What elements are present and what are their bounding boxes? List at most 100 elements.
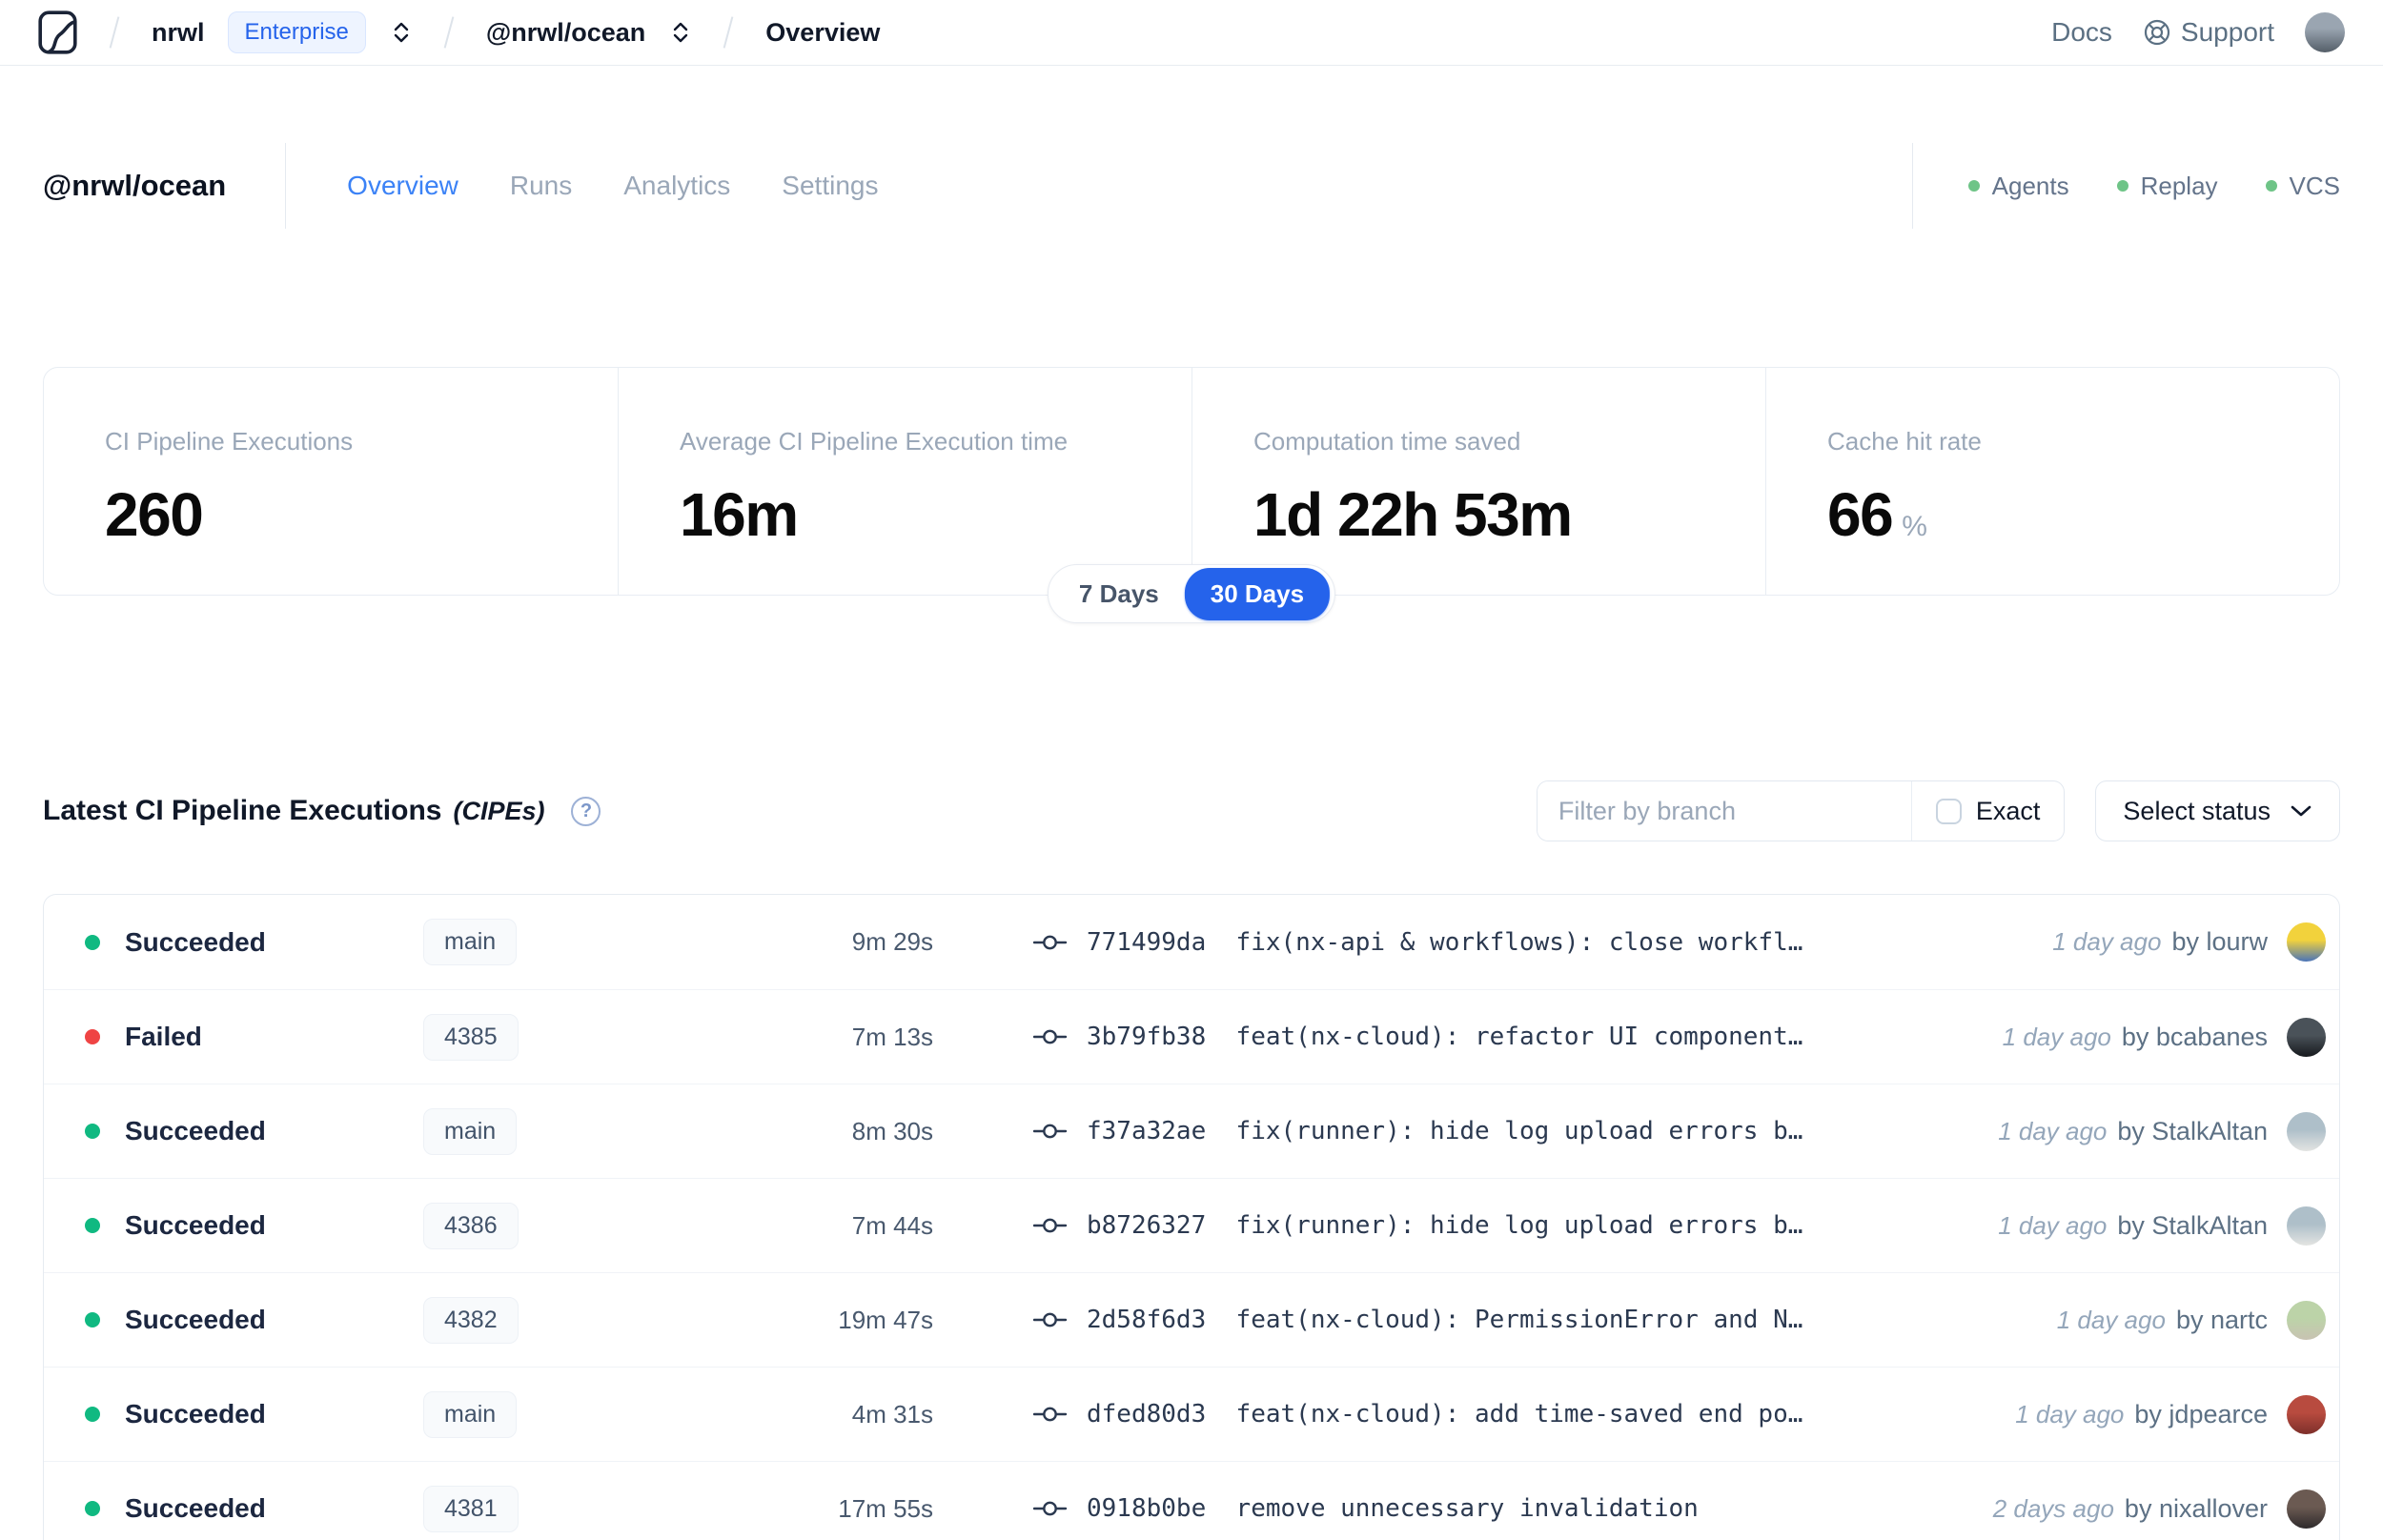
integration-statuses: Agents Replay VCS (1911, 143, 2340, 229)
cipe-commit-cell: b8726327 fix(runner): hide log upload er… (1033, 1211, 1803, 1240)
author-avatar (2287, 1394, 2326, 1434)
cipe-branch-cell: 4385 (423, 1013, 666, 1061)
status-label: Succeeded (125, 1116, 266, 1145)
author-avatar (2287, 1489, 2326, 1529)
branch-chip[interactable]: main (423, 919, 518, 965)
cipe-meta-cell: 1 day ago by StalkAltan (1998, 1206, 2339, 1246)
integration-replay[interactable]: Replay (2116, 171, 2218, 201)
time-ago: 1 day ago (2052, 927, 2162, 956)
cipe-row[interactable]: Succeeded main 4m 31s dfed80d3 feat(nx-c… (44, 1367, 2339, 1461)
status-label: Succeeded (125, 1305, 266, 1334)
range-7-days[interactable]: 7 Days (1053, 579, 1185, 609)
integration-label: Replay (2140, 171, 2218, 200)
cipe-row[interactable]: Failed 4385 7m 13s 3b79fb38 feat(nx-clou… (44, 989, 2339, 1084)
cipe-status-cell: Succeeded (44, 1399, 423, 1429)
stat-computation-time-saved: Computation time saved 1d 22h 53m (1192, 368, 1765, 595)
range-30-days[interactable]: 30 Days (1184, 567, 1331, 620)
cipe-meta-cell: 1 day ago by lourw (2052, 922, 2339, 962)
author-avatar (2287, 1111, 2326, 1151)
tab-analytics[interactable]: Analytics (623, 171, 730, 201)
exact-filter[interactable]: Exact (1910, 781, 2065, 841)
commit-text[interactable]: dfed80d3 feat(nx-cloud): add time-saved … (1087, 1400, 1803, 1429)
status-label: Succeeded (125, 1210, 266, 1240)
cipe-branch-cell: main (423, 1107, 666, 1155)
help-icon[interactable]: ? (571, 796, 601, 826)
commit-text[interactable]: 2d58f6d3 feat(nx-cloud): PermissionError… (1087, 1306, 1803, 1334)
branch-chip[interactable]: 4386 (423, 1202, 519, 1249)
time-ago: 1 day ago (2056, 1305, 2166, 1334)
breadcrumb-workspace[interactable]: @nrwl/ocean (486, 18, 645, 48)
cipe-commit-cell: 2d58f6d3 feat(nx-cloud): PermissionError… (1033, 1306, 1803, 1334)
commit-text[interactable]: 3b79fb38 feat(nx-cloud): refactor UI com… (1087, 1023, 1803, 1051)
cipe-duration-cell: 8m 30s (851, 1116, 933, 1145)
status-label: Succeeded (125, 1399, 266, 1429)
tab-settings[interactable]: Settings (782, 171, 878, 201)
cipe-row[interactable]: Succeeded main 9m 29s 771499da fix(nx-ap… (44, 895, 2339, 989)
date-range-toggle: 7 Days 30 Days (1047, 564, 1336, 623)
author: by jdpearce (2134, 1399, 2268, 1429)
chevron-down-icon (2290, 804, 2312, 818)
time-ago: 1 day ago (2015, 1399, 2125, 1429)
cipes-title-suffix: (CIPEs) (453, 796, 545, 825)
commit-text[interactable]: 771499da fix(nx-api & workflows): close … (1087, 928, 1803, 957)
author-avatar (2287, 1206, 2326, 1246)
branch-chip[interactable]: 4381 (423, 1485, 519, 1532)
cipe-row[interactable]: Succeeded 4381 17m 55s 0918b0be remove u… (44, 1461, 2339, 1540)
commit-text[interactable]: 0918b0be remove unnecessary invalidation (1087, 1494, 1699, 1523)
exact-label: Exact (1975, 796, 2041, 825)
cipe-table-body: Succeeded main 9m 29s 771499da fix(nx-ap… (44, 895, 2339, 1540)
tab-runs[interactable]: Runs (510, 171, 572, 201)
branch-chip[interactable]: 4382 (423, 1296, 519, 1344)
integration-label: Agents (1991, 171, 2069, 200)
time-ago: 1 day ago (1998, 1116, 2108, 1145)
stat-ci-pipeline-executions: CI Pipeline Executions 260 (44, 368, 618, 595)
cipe-status-cell: Succeeded (44, 927, 423, 958)
status-label: Failed (125, 1022, 202, 1051)
author: by nixallover (2124, 1493, 2268, 1523)
branch-chip[interactable]: main (423, 1390, 518, 1438)
commit-text[interactable]: b8726327 fix(runner): hide log upload er… (1087, 1211, 1803, 1240)
cipe-status-cell: Succeeded (44, 1210, 423, 1241)
org-selector-icon[interactable] (391, 20, 412, 45)
tab-overview[interactable]: Overview (347, 171, 458, 201)
exact-checkbox[interactable] (1935, 798, 1962, 824)
branch-chip[interactable]: main (423, 1107, 518, 1155)
breadcrumb-separator (443, 16, 455, 49)
commit-text[interactable]: f37a32ae fix(runner): hide log upload er… (1087, 1117, 1803, 1145)
workspace-header: @nrwl/ocean Overview Runs Analytics Sett… (43, 143, 2340, 229)
select-status-dropdown[interactable]: Select status (2095, 780, 2340, 841)
cipe-row[interactable]: Succeeded 4382 19m 47s 2d58f6d3 feat(nx-… (44, 1272, 2339, 1367)
cipe-status-cell: Failed (44, 1022, 423, 1052)
nx-cloud-overview-page: nrwl Enterprise @nrwl/ocean Overview Doc… (0, 0, 2383, 1540)
breadcrumb-org[interactable]: nrwl (152, 18, 205, 48)
cipe-branch-cell: 4381 (423, 1485, 666, 1532)
branch-chip[interactable]: 4385 (423, 1013, 519, 1061)
support-link[interactable]: Support (2143, 17, 2274, 48)
nx-cloud-logo-icon[interactable] (38, 10, 77, 54)
branch-filter-input[interactable] (1537, 781, 1911, 841)
stats-card-row: CI Pipeline Executions 260 Average CI Pi… (43, 367, 2340, 596)
header-divider (285, 143, 287, 229)
cipe-duration-cell: 9m 29s (851, 927, 933, 956)
author-avatar (2287, 922, 2326, 962)
integration-agents[interactable]: Agents (1967, 171, 2069, 201)
integration-vcs[interactable]: VCS (2265, 171, 2340, 201)
cipe-duration-cell: 7m 44s (851, 1210, 933, 1240)
stat-value: 260 (105, 480, 204, 549)
user-avatar[interactable] (2305, 12, 2345, 52)
cipe-status-cell: Succeeded (44, 1305, 423, 1335)
docs-link[interactable]: Docs (2051, 17, 2112, 48)
cipe-row[interactable]: Succeeded 4386 7m 44s b8726327 fix(runne… (44, 1178, 2339, 1272)
author: by bcabanes (2121, 1022, 2268, 1051)
stat-average-execution-time: Average CI Pipeline Execution time 16m (618, 368, 1192, 595)
integration-label: VCS (2289, 171, 2340, 200)
enterprise-badge[interactable]: Enterprise (227, 11, 366, 53)
stat-cache-hit-rate: Cache hit rate 66% (1765, 368, 2339, 595)
stat-label: Computation time saved (1253, 427, 1521, 456)
author: by nartc (2175, 1305, 2268, 1334)
status-dot-icon (1967, 180, 1980, 192)
workspace-selector-icon[interactable] (670, 20, 691, 45)
cipe-row[interactable]: Succeeded main 8m 30s f37a32ae fix(runne… (44, 1084, 2339, 1178)
author: by lourw (2171, 927, 2268, 956)
status-dot-icon (85, 1407, 100, 1422)
